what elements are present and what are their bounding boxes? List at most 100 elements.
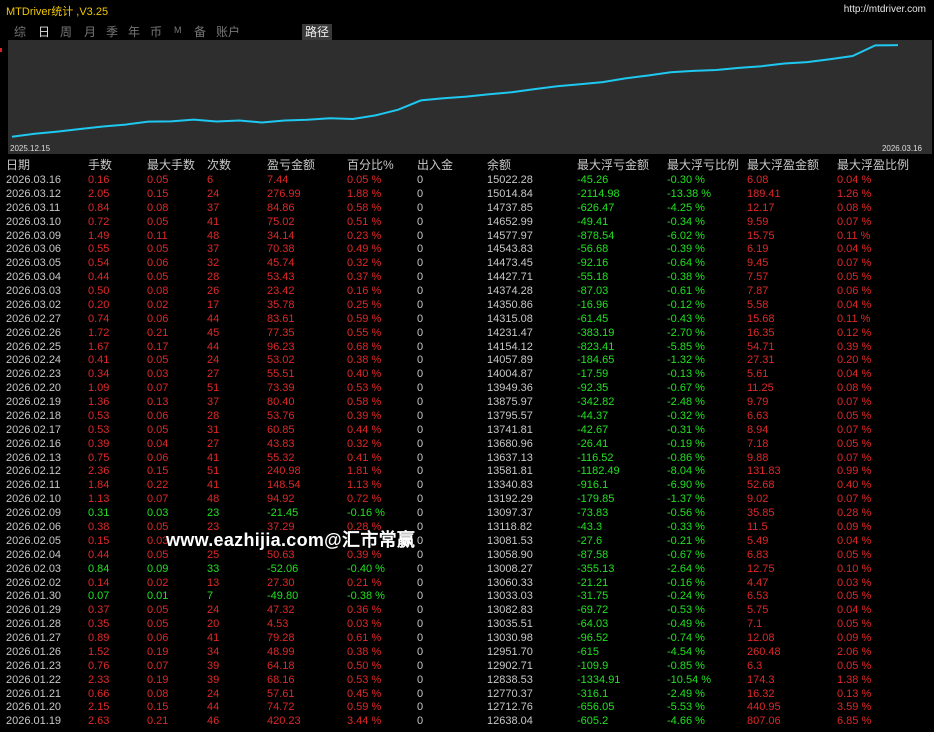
table-cell: -55.18 [577, 271, 609, 284]
table-cell: 0 [417, 354, 424, 367]
tab-3[interactable]: 月 [84, 23, 96, 40]
table-cell: 6.19 [747, 243, 769, 256]
table-cell: 0 [417, 174, 424, 186]
table-cell: 0 [417, 479, 424, 492]
table-cell: 13082.83 [487, 604, 533, 617]
table-cell: 13637.13 [487, 451, 533, 464]
table-cell: 1.88 % [347, 187, 382, 200]
table-cell: -2.64 % [667, 562, 705, 575]
table-cell: 0 [417, 326, 424, 339]
table-row: 2026.02.24 0.41 0.05 24 53.02 0.38 % 0 14057.89… [0, 353, 934, 367]
table-cell: 1.49 [88, 229, 110, 242]
column-header[interactable]: 次数 [207, 158, 231, 172]
table-cell: 0.16 [88, 174, 110, 186]
table-cell: 0 [417, 215, 424, 228]
column-header[interactable]: 最大浮亏比例 [667, 158, 739, 172]
table-cell: 0 [417, 548, 424, 561]
table-cell: 13 [207, 576, 220, 589]
table-cell: 0.53 [88, 423, 110, 436]
tab-2[interactable]: 周 [60, 23, 72, 40]
table-cell: -73.83 [577, 507, 609, 520]
table-cell: 0.51 % [347, 215, 382, 228]
table-cell: 0.49 % [347, 243, 382, 256]
table-cell: 2026.01.28 [6, 618, 62, 631]
column-header[interactable]: 盈亏金额 [267, 158, 315, 172]
tab-5[interactable]: 年 [128, 23, 140, 40]
table-row: 2026.02.26 1.72 0.21 45 77.35 0.55 % 0 14231.47… [0, 326, 934, 340]
tab-9[interactable]: 账户 [216, 23, 240, 40]
table-cell: 0.03 [147, 507, 169, 520]
table-cell: 0.05 % [837, 659, 872, 672]
table-cell: 2026.02.06 [6, 521, 62, 533]
table-cell: 13795.57 [487, 409, 533, 422]
table-cell: -49.41 [577, 215, 609, 228]
table-cell: 1.13 % [347, 479, 382, 492]
table-cell: 68.16 [267, 673, 295, 686]
column-header[interactable]: 最大浮盈金额 [747, 158, 819, 172]
site-link[interactable]: http://mtdriver.com [844, 4, 926, 15]
table-cell: 0.06 [147, 632, 169, 645]
table-cell: -116.52 [577, 451, 614, 464]
table-cell: 53.43 [267, 271, 295, 284]
column-header[interactable]: 最大浮盈比例 [837, 158, 909, 172]
table-cell: 5.61 [747, 368, 769, 381]
tab-6[interactable]: 币 [150, 23, 162, 40]
table-cell: 94.92 [267, 493, 295, 506]
table-cell: 70.38 [267, 243, 295, 256]
table-row: 2026.02.03 0.84 0.09 33 -52.06 -0.40 % 0 13008.… [0, 562, 934, 576]
table-cell: 0.07 [147, 659, 169, 672]
balance-line-chart [11, 44, 899, 138]
table-row: 2026.02.27 0.74 0.06 44 83.61 0.59 % 0 14315.08… [0, 312, 934, 326]
table-cell: -10.54 % [667, 673, 712, 686]
table-cell: 12770.37 [487, 687, 533, 700]
table-cell: 2026.01.22 [6, 673, 62, 686]
table-cell: 1.36 [88, 396, 110, 409]
column-header[interactable]: 日期 [6, 158, 30, 172]
table-cell: 16.35 [747, 326, 775, 339]
table-cell: 0.11 % [837, 312, 871, 325]
table-cell: 0.04 % [837, 243, 872, 256]
table-cell: -0.16 % [347, 507, 385, 520]
table-cell: 7 [207, 590, 214, 603]
table-cell: 2026.03.04 [6, 271, 62, 284]
column-header[interactable]: 余额 [487, 158, 511, 172]
column-header[interactable]: 手数 [88, 158, 112, 172]
table-cell: -5.85 % [667, 340, 705, 353]
table-cell: -2.48 % [667, 396, 705, 409]
table-cell: 4.53 [267, 618, 289, 631]
table-cell: -109.9 [577, 659, 609, 672]
column-header[interactable]: 最大手数 [147, 158, 195, 172]
table-cell: 0.59 % [347, 312, 382, 325]
table-cell: 0.05 % [837, 437, 872, 450]
table-row: 2026.01.19 2.63 0.21 46 420.23 3.44 % 0 12638.0… [0, 714, 934, 728]
tab-1[interactable]: 日 [38, 23, 50, 40]
tab-7[interactable]: M [174, 25, 182, 35]
table-cell: 2.05 [88, 187, 110, 200]
table-cell: 9.45 [747, 257, 769, 270]
tab-8[interactable]: 备 [194, 23, 206, 40]
table-cell: 2026.01.23 [6, 659, 62, 672]
table-cell: 0.01 [147, 590, 169, 603]
table-cell: 0.11 [147, 229, 168, 242]
table-cell: 2026.02.05 [6, 534, 62, 547]
table-cell: 2026.02.20 [6, 382, 62, 395]
table-cell: -43.3 [577, 521, 603, 533]
table-cell: 0 [417, 701, 424, 714]
column-header[interactable]: 出入金 [417, 158, 453, 172]
column-header[interactable]: 最大浮亏金额 [577, 158, 649, 172]
tab-4[interactable]: 季 [106, 23, 118, 40]
tab-path[interactable]: 路径 [302, 24, 333, 40]
watermark: www.eazhijia.com@汇市常赢 [166, 530, 416, 550]
table-cell: 1.67 [88, 340, 110, 353]
table-cell: 0.04 % [837, 368, 872, 381]
table-cell: -2114.98 [577, 187, 620, 200]
table-cell: 13008.27 [487, 562, 533, 575]
table-cell: 73.39 [267, 382, 295, 395]
table-cell: 2026.02.23 [6, 368, 62, 381]
table-cell: 0.38 % [347, 645, 382, 658]
table-cell: 0.05 % [837, 548, 872, 561]
table-cell: 0.61 % [347, 632, 382, 645]
tab-0[interactable]: 综 [14, 23, 26, 40]
table-cell: 0.08 % [837, 382, 872, 395]
column-header[interactable]: 百分比% [347, 158, 394, 172]
